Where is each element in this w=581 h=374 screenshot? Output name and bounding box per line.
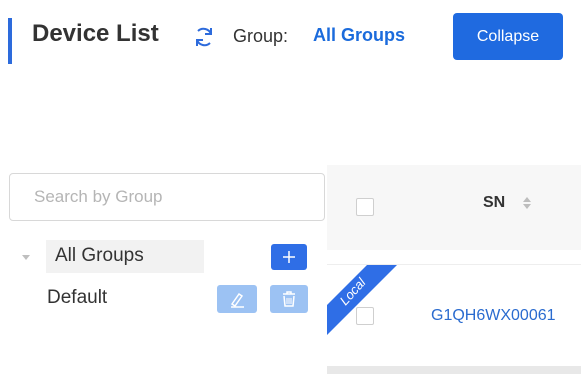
select-all-checkbox[interactable] — [356, 198, 374, 216]
device-sn-link[interactable]: G1QH6WX00061 — [431, 307, 556, 325]
edit-icon — [230, 292, 244, 308]
trash-icon — [283, 291, 295, 307]
chevron-down-icon[interactable] — [22, 255, 30, 260]
horizontal-scrollbar[interactable] — [327, 366, 581, 374]
device-list-page: Device List Group: All Groups Collapse S… — [0, 0, 581, 374]
sort-icon[interactable] — [521, 195, 533, 211]
row-checkbox[interactable] — [356, 307, 374, 325]
group-selector[interactable]: All Groups — [313, 25, 405, 46]
add-group-button[interactable] — [271, 244, 307, 270]
plus-icon — [283, 251, 295, 263]
delete-group-button[interactable] — [270, 285, 308, 313]
collapse-button[interactable]: Collapse — [453, 13, 563, 60]
page-title: Device List — [32, 20, 159, 47]
sn-column-header[interactable]: SN — [483, 194, 505, 212]
title-accent-bar — [8, 18, 12, 64]
refresh-icon[interactable] — [192, 25, 216, 49]
edit-group-button[interactable] — [217, 285, 257, 313]
tree-node-label[interactable]: Default — [47, 287, 107, 309]
tree-node-label[interactable]: All Groups — [55, 245, 144, 267]
group-label: Group: — [233, 26, 289, 46]
group-search-input[interactable]: Search by Group — [9, 173, 325, 221]
